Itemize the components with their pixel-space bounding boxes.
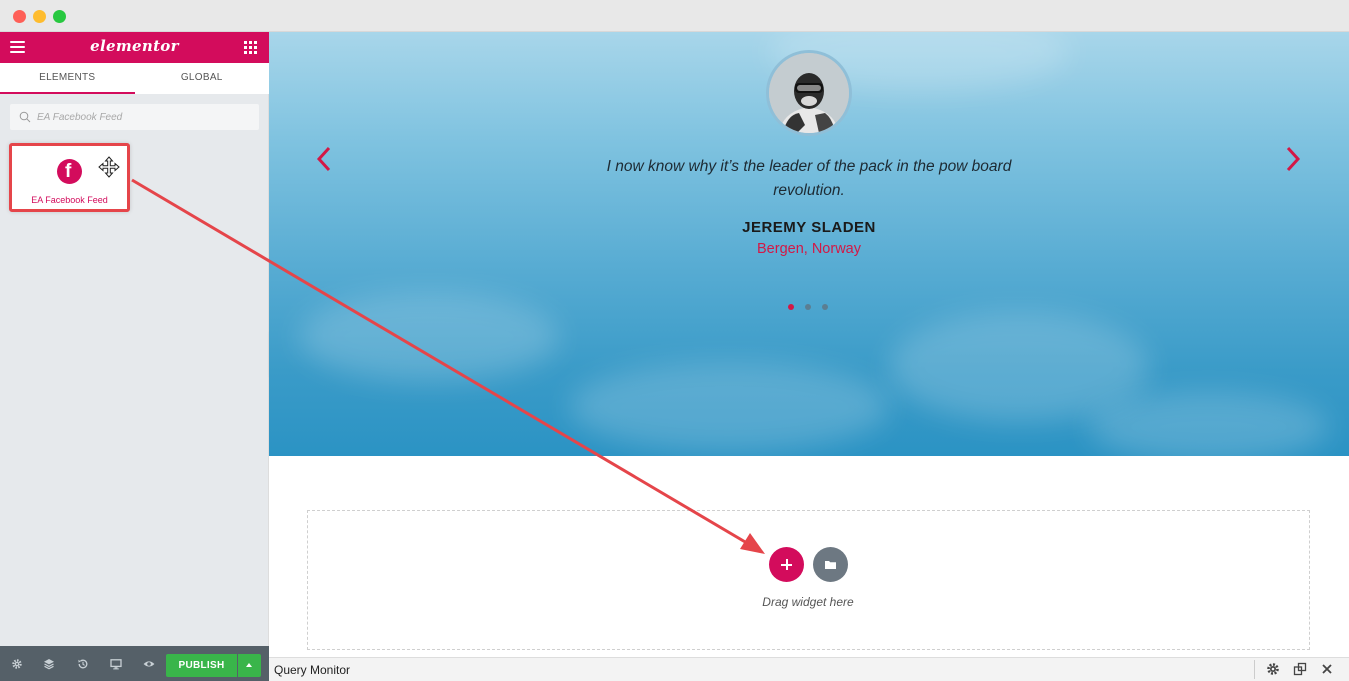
settings-icon[interactable] [11,658,23,670]
pagination-dot-3[interactable] [822,304,828,310]
testimonial-slider: I now know why it’s the leader of the pa… [269,32,1349,456]
panel-tabs: ELEMENTS GLOBAL [0,63,269,94]
add-template-button[interactable] [813,547,848,582]
empty-section-dropzone[interactable] [307,510,1310,650]
minimize-window-button[interactable] [33,10,46,23]
panel-footer: PUBLISH [0,646,269,681]
widget-label: EA Facebook Feed [31,195,108,205]
testimonial-author: JEREMY SLADEN [742,219,876,236]
chevron-right-icon[interactable] [1283,144,1303,174]
search-input[interactable] [37,108,252,126]
pop-out-icon[interactable] [1293,662,1307,676]
maximize-window-button[interactable] [53,10,66,23]
responsive-icon[interactable] [110,658,122,670]
publish-button[interactable]: PUBLISH [166,654,237,677]
testimonial-quote: I now know why it’s the leader of the pa… [606,158,1012,199]
widget-search [9,103,260,131]
publish-options-chevron-up-icon[interactable] [238,654,261,677]
query-monitor-bar: Query Monitor [269,657,1349,681]
facebook-icon: f [57,159,82,184]
chevron-left-icon[interactable] [314,144,334,174]
widgets-grid-icon[interactable] [244,41,257,54]
history-icon[interactable] [77,658,89,670]
gear-icon[interactable] [1266,662,1280,676]
browser-window: elementor ELEMENTS GLOBAL f EA Facebook … [0,0,1349,681]
layers-icon[interactable] [43,658,55,670]
search-icon [19,111,31,123]
testimonial-avatar [766,50,852,136]
query-monitor-title: Query Monitor [274,663,351,677]
drag-widget-hint: Drag widget here [762,595,854,609]
preview-icon[interactable] [143,658,155,670]
panel-header: elementor [0,32,269,63]
close-icon[interactable] [1320,662,1334,676]
close-window-button[interactable] [13,10,26,23]
folder-icon [825,561,836,569]
move-cursor-icon [98,156,120,178]
ea-facebook-feed-widget[interactable]: f EA Facebook Feed [9,143,130,212]
window-titlebar [0,0,1349,32]
add-section-button[interactable] [769,547,804,582]
pagination-dot-1[interactable] [788,304,794,310]
tab-global[interactable]: GLOBAL [134,63,269,94]
divider [1254,660,1255,679]
tab-elements[interactable]: ELEMENTS [0,63,135,94]
pagination-dot-2[interactable] [805,304,811,310]
elementor-logo: elementor [90,37,179,55]
testimonial-location: Bergen, Norway [757,241,861,257]
elementor-panel: elementor ELEMENTS GLOBAL f EA Facebook … [0,32,269,681]
